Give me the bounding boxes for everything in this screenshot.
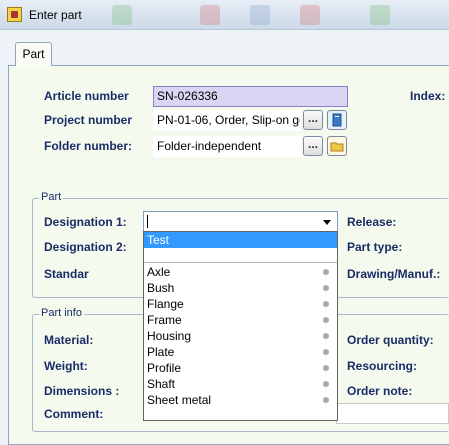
release-label: Release: — [347, 215, 397, 229]
chevron-down-icon[interactable] — [323, 220, 331, 225]
folder-open-button[interactable] — [327, 136, 347, 156]
dropdown-separator — [144, 262, 337, 263]
dropdown-item-empty[interactable] — [144, 247, 337, 263]
dimensions-label: Dimensions : — [44, 384, 120, 398]
designation-1-combobox[interactable] — [143, 211, 338, 232]
dropdown-item-plate[interactable]: Plate — [144, 344, 337, 360]
part-info-group-title: Part info — [39, 307, 84, 319]
app-icon — [7, 7, 22, 22]
part-type-label: Part type: — [347, 240, 403, 254]
index-label: Index: — [410, 89, 446, 103]
dropdown-item-profile[interactable]: Profile — [144, 360, 337, 376]
order-note-label: Order note: — [347, 384, 413, 398]
comment-label: Comment: — [44, 407, 104, 421]
project-number-label: Project number — [44, 113, 133, 127]
background-toolbar-icon — [370, 5, 390, 25]
tab-part[interactable]: Part — [15, 42, 52, 66]
designation-1-label: Designation 1: — [44, 215, 127, 229]
project-browse-button[interactable]: ... — [303, 110, 323, 130]
window-title: Enter part — [29, 8, 82, 22]
dot-icon — [323, 381, 329, 387]
title-bar: Enter part — [0, 0, 449, 30]
book-icon — [332, 113, 342, 127]
article-number-field[interactable]: SN-026336 — [153, 86, 348, 107]
dot-icon — [323, 365, 329, 371]
dot-icon — [323, 317, 329, 323]
dot-icon — [323, 397, 329, 403]
dropdown-item-sheet-metal[interactable]: Sheet metal — [144, 392, 337, 408]
dropdown-item-housing[interactable]: Housing — [144, 328, 337, 344]
dot-icon — [323, 285, 329, 291]
material-label: Material: — [44, 333, 94, 347]
order-quantity-label: Order quantity: — [347, 333, 434, 347]
designation-1-dropdown-list: Test Axle Bush Flange Frame Housing Plat… — [143, 231, 338, 421]
dot-icon — [323, 301, 329, 307]
project-number-field[interactable]: PN-01-06, Order, Slip-on ge — [153, 110, 301, 131]
comment-field[interactable] — [336, 403, 449, 424]
standard-label: Standar — [44, 267, 89, 281]
resourcing-label: Resourcing: — [347, 359, 418, 373]
weight-label: Weight: — [44, 359, 88, 373]
article-number-label: Article number — [44, 89, 129, 103]
dot-icon — [323, 269, 329, 275]
dot-icon — [323, 333, 329, 339]
background-toolbar-icon — [200, 5, 220, 25]
designation-2-label: Designation 2: — [44, 240, 127, 254]
text-caret — [147, 215, 148, 228]
dropdown-item-selected[interactable]: Test — [144, 232, 337, 248]
project-details-button[interactable] — [327, 110, 347, 130]
dropdown-item-flange[interactable]: Flange — [144, 296, 337, 312]
dot-icon — [323, 349, 329, 355]
part-group-title: Part — [39, 191, 64, 203]
folder-browse-button[interactable]: ... — [303, 136, 323, 156]
folder-number-label: Folder number: — [44, 139, 133, 153]
dropdown-item-bush[interactable]: Bush — [144, 280, 337, 296]
dropdown-item-frame[interactable]: Frame — [144, 312, 337, 328]
background-toolbar-icon — [300, 5, 320, 25]
background-toolbar-icon — [250, 5, 270, 25]
drawing-manuf-label: Drawing/Manuf.: — [347, 267, 441, 281]
folder-number-field[interactable]: Folder-independent — [153, 136, 301, 157]
dropdown-item-shaft[interactable]: Shaft — [144, 376, 337, 392]
folder-icon — [330, 142, 344, 152]
background-toolbar-icon — [112, 5, 132, 25]
dropdown-item-axle[interactable]: Axle — [144, 264, 337, 280]
